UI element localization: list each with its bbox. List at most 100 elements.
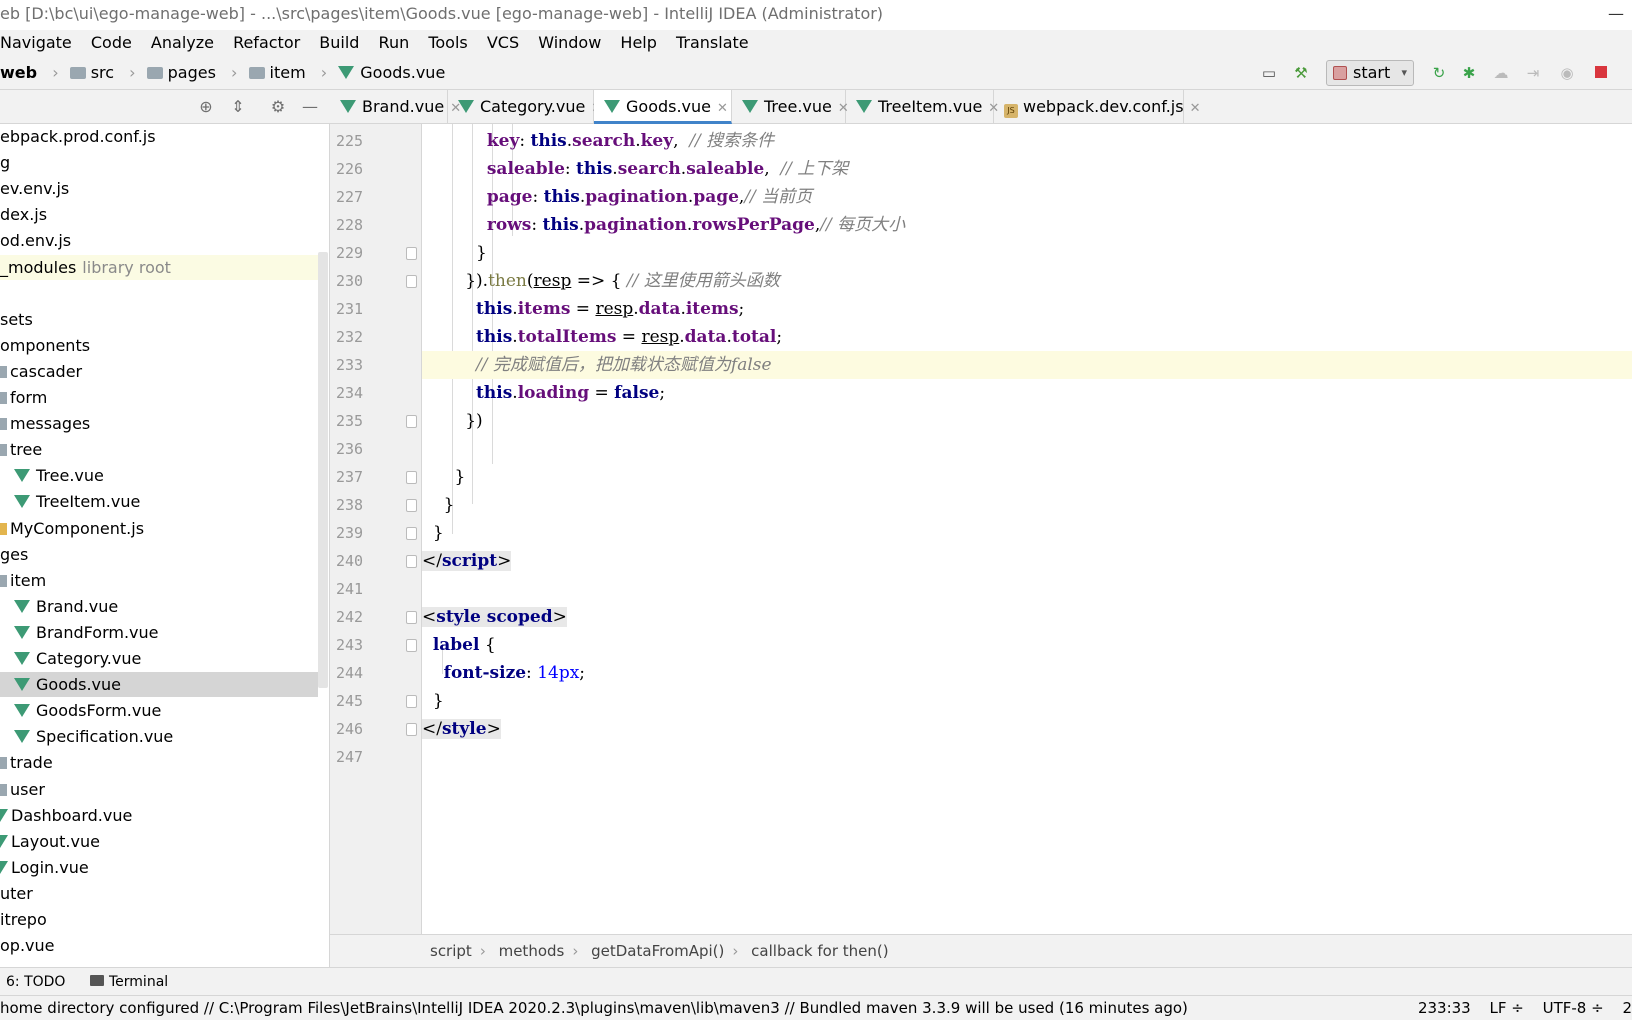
locate-target-icon[interactable]: ⊕ — [196, 97, 216, 117]
window-title: eb [D:\bc\ui\ego-manage-web] - ...\src\p… — [0, 4, 884, 23]
code-crumb-methods[interactable]: methods — [499, 942, 565, 960]
line-separator[interactable]: LF ÷ — [1490, 999, 1524, 1017]
menu-vcs[interactable]: VCS — [487, 30, 519, 56]
run-configuration-dropdown[interactable]: start ▾ — [1326, 60, 1414, 86]
tree-item[interactable]: GoodsForm.vue — [0, 698, 318, 723]
fold-marker-icon[interactable] — [406, 555, 417, 568]
tree-item[interactable]: Brand.vue — [0, 594, 318, 619]
tree-item[interactable]: MyComponent.js — [0, 516, 318, 541]
tree-item[interactable]: ges — [0, 542, 318, 567]
terminal-tool-button[interactable]: Terminal — [90, 968, 168, 996]
menu-window[interactable]: Window — [538, 30, 601, 56]
menu-refactor[interactable]: Refactor — [233, 30, 300, 56]
tree-item[interactable]: od.env.js — [0, 228, 318, 253]
tree-item[interactable]: Category.vue — [0, 646, 318, 671]
tree-item[interactable]: op.vue — [0, 933, 318, 958]
tree-item[interactable]: BrandForm.vue — [0, 620, 318, 645]
tree-item[interactable]: Layout.vue — [0, 829, 318, 854]
debug-bug-icon[interactable]: ✱ — [1460, 64, 1478, 82]
fold-marker-icon[interactable] — [406, 611, 417, 624]
fold-marker-icon[interactable] — [406, 415, 417, 428]
tree-scrollbar[interactable] — [318, 252, 328, 688]
code-line-242: <style scoped> — [422, 607, 567, 627]
tree-item[interactable]: Goods.vue — [0, 672, 318, 698]
editor-tab[interactable]: Goods.vue ✕ — [594, 90, 732, 124]
breadcrumb-goods-vue[interactable]: Goods.vue — [338, 56, 445, 90]
tree-item[interactable]: item — [0, 568, 318, 593]
code-crumb-callback[interactable]: callback for then() — [751, 942, 888, 960]
attach-icon[interactable]: ⇥ — [1524, 64, 1542, 82]
tree-item[interactable]: form — [0, 385, 318, 410]
breadcrumb-src[interactable]: src — [69, 56, 114, 90]
menu-tools[interactable]: Tools — [428, 30, 467, 56]
tree-item[interactable]: sets — [0, 307, 318, 332]
status-message[interactable]: home directory configured // C:\Program … — [0, 999, 1188, 1017]
tree-item[interactable]: TreeItem.vue — [0, 489, 318, 514]
tree-item[interactable]: Dashboard.vue — [0, 803, 318, 828]
tree-item[interactable]: Login.vue — [0, 855, 318, 880]
tree-item[interactable]: g — [0, 150, 318, 175]
tree-item[interactable]: ebpack.prod.conf.js — [0, 124, 318, 149]
tree-item[interactable]: tree — [0, 437, 318, 462]
fold-marker-icon[interactable] — [406, 695, 417, 708]
editor-tab[interactable]: Tree.vue ✕ — [732, 90, 849, 124]
fold-marker-icon[interactable] — [406, 275, 417, 288]
code-crumb-script[interactable]: script — [430, 942, 472, 960]
build-hammer-icon[interactable]: ⚒ — [1292, 64, 1310, 82]
gear-icon[interactable]: ⚙ — [268, 97, 288, 117]
tree-item[interactable] — [0, 281, 318, 306]
tree-item[interactable]: user — [0, 777, 318, 802]
menu-code[interactable]: Code — [91, 30, 132, 56]
breadcrumb-web[interactable]: web — [0, 56, 37, 90]
editor-tab[interactable]: Brand.vue ✕ — [330, 90, 461, 124]
tree-item[interactable]: trade — [0, 750, 318, 775]
editor-tab[interactable]: JS webpack.dev.conf.js ✕ — [994, 90, 1200, 124]
tree-item[interactable]: dex.js — [0, 202, 318, 227]
editor-tab[interactable]: Category.vue✕ — [448, 90, 602, 124]
minimize-button[interactable]: — — [1608, 0, 1624, 28]
menu-analyze[interactable]: Analyze — [151, 30, 214, 56]
caret-position[interactable]: 233:33 — [1418, 999, 1471, 1017]
fold-marker-icon[interactable] — [406, 499, 417, 512]
close-icon[interactable]: ✕ — [717, 101, 728, 116]
status-extra[interactable]: 2 — [1622, 999, 1632, 1017]
collapse-all-icon[interactable]: ⇕ — [228, 97, 248, 117]
profile-icon[interactable]: ☁ — [1492, 64, 1510, 82]
code-editor[interactable]: key: this.search.key, // 搜索条件 saleable: … — [422, 124, 1632, 934]
breadcrumb-pages[interactable]: pages — [146, 56, 216, 90]
todo-tool-button[interactable]: 6: TODO — [6, 968, 65, 996]
fold-marker-icon[interactable] — [406, 471, 417, 484]
fold-marker-icon[interactable] — [406, 723, 417, 736]
fold-marker-icon[interactable] — [406, 527, 417, 540]
coverage-icon[interactable]: ◉ — [1558, 64, 1576, 82]
line-number: 240 — [336, 552, 364, 570]
fold-marker-icon[interactable] — [406, 247, 417, 260]
tree-item[interactable]: omponents — [0, 333, 318, 358]
menu-help[interactable]: Help — [620, 30, 656, 56]
stop-icon[interactable] — [1592, 64, 1610, 82]
tree-item[interactable]: itrepo — [0, 907, 318, 932]
file-encoding[interactable]: UTF-8 ÷ — [1543, 999, 1604, 1017]
screen-layout-icon[interactable]: ▭ — [1260, 64, 1278, 82]
menu-navigate[interactable]: Navigate — [0, 30, 72, 56]
tree-item[interactable]: uter — [0, 881, 318, 906]
folder-icon — [0, 365, 7, 378]
fold-marker-icon[interactable] — [406, 639, 417, 652]
rerun-icon[interactable]: ↻ — [1430, 64, 1448, 82]
hide-panel-icon[interactable]: — — [300, 97, 320, 117]
tree-item[interactable]: messages — [0, 411, 318, 436]
menu-run[interactable]: Run — [379, 30, 410, 56]
menu-translate[interactable]: Translate — [676, 30, 749, 56]
breadcrumb-item[interactable]: item — [248, 56, 306, 90]
close-icon[interactable]: ✕ — [1190, 101, 1201, 116]
code-line-233-current: // 完成赋值后，把加载状态赋值为false — [422, 351, 1632, 379]
navigation-bar: web › src › pages › item › Goods.vue ▭ ⚒… — [0, 56, 1632, 90]
tree-item[interactable]: Tree.vue — [0, 463, 318, 488]
menu-build[interactable]: Build — [319, 30, 359, 56]
editor-tab[interactable]: TreeItem.vue ✕ — [846, 90, 999, 124]
code-crumb-function[interactable]: getDataFromApi() — [591, 942, 724, 960]
tree-item[interactable]: ev.env.js — [0, 176, 318, 201]
tree-item[interactable]: Specification.vue — [0, 724, 318, 749]
tree-item[interactable]: cascader — [0, 359, 318, 384]
tree-item[interactable]: _modules library root — [0, 254, 318, 280]
